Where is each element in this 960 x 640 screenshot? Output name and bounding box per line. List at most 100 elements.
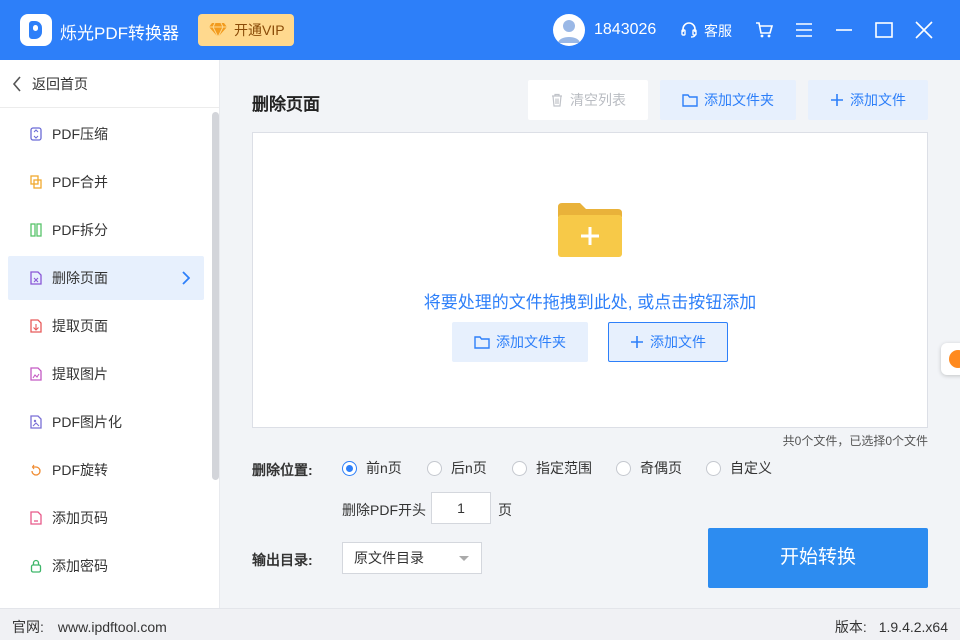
radio-odd-even[interactable]: 奇偶页 xyxy=(616,459,682,477)
sidebar-item-delete-page[interactable]: 删除页面 xyxy=(8,256,204,300)
sidebar-item-split[interactable]: PDF拆分 xyxy=(8,208,204,252)
minimize-icon[interactable] xyxy=(834,20,854,40)
version-value: 1.9.4.2.x64 xyxy=(878,619,948,635)
radio-circle[interactable] xyxy=(427,461,442,476)
add-folder-label: 添加文件夹 xyxy=(704,92,774,108)
avatar[interactable] xyxy=(553,14,585,46)
radio-label: 自定义 xyxy=(730,460,772,476)
pages-suffix-label: 页 xyxy=(498,502,512,518)
start-convert-button[interactable]: 开始转换 xyxy=(708,528,928,588)
clear-list-button[interactable]: 清空列表 xyxy=(528,80,648,120)
status-bar: 官网: www.ipdftool.com 版本: 1.9.4.2.x64 xyxy=(0,608,960,640)
page-title: 删除页面 xyxy=(252,95,320,114)
plus-icon xyxy=(631,336,643,349)
vip-button[interactable]: 开通VIP xyxy=(198,14,294,46)
user-id[interactable]: 1843026 xyxy=(594,21,656,39)
add-file-label: 添加文件 xyxy=(850,92,906,108)
add-folder-label: 添加文件夹 xyxy=(496,334,566,350)
output-dir-select[interactable]: 原文件目录 xyxy=(342,542,482,574)
merge-icon xyxy=(30,175,42,189)
radio-circle[interactable] xyxy=(512,461,527,476)
sidebar-item-extract-page[interactable]: 提取页面 xyxy=(8,304,204,348)
radio-first-n-pages[interactable]: 前n页 xyxy=(342,459,402,477)
output-dir-value: 原文件目录 xyxy=(354,550,424,566)
service-label: 客服 xyxy=(704,23,732,39)
radio-circle[interactable] xyxy=(616,461,631,476)
pdf-to-image-icon xyxy=(30,415,42,429)
sidebar-item-label: PDF合并 xyxy=(52,174,108,190)
sidebar-item-label: PDF图片化 xyxy=(52,414,122,430)
folder-add-icon xyxy=(558,203,622,257)
sidebar-item-merge[interactable]: PDF合并 xyxy=(8,160,204,204)
radio-label: 奇偶页 xyxy=(640,460,682,476)
customer-service-button[interactable]: 客服 xyxy=(680,21,732,41)
sidebar-scrollbar[interactable] xyxy=(212,112,219,480)
menu-icon[interactable] xyxy=(795,20,813,40)
folder-icon xyxy=(682,94,698,107)
back-label: 返回首页 xyxy=(32,76,88,92)
title-bar: 烁光PDF转换器 开通VIP 1843026 客服 xyxy=(0,0,960,60)
sidebar-item-extract-image[interactable]: 提取图片 xyxy=(8,352,204,396)
chevron-left-icon xyxy=(12,76,21,92)
dropzone-add-folder-button[interactable]: 添加文件夹 xyxy=(452,322,588,362)
sidebar-item-label: 提取图片 xyxy=(52,366,108,382)
add-file-label: 添加文件 xyxy=(650,334,706,350)
caret-down-icon xyxy=(459,556,469,561)
extract-page-icon xyxy=(30,319,42,333)
radio-last-n-pages[interactable]: 后n页 xyxy=(427,459,487,477)
page-number-icon xyxy=(30,511,42,525)
clear-list-label: 清空列表 xyxy=(570,92,626,108)
radio-circle[interactable] xyxy=(342,461,357,476)
cart-icon[interactable] xyxy=(754,20,774,40)
site-link[interactable]: www.ipdftool.com xyxy=(58,619,167,635)
sidebar-item-compress[interactable]: PDF压缩 xyxy=(8,112,204,156)
chevron-right-icon xyxy=(182,271,190,285)
sidebar-item-label: 删除页面 xyxy=(52,270,108,286)
compress-icon xyxy=(30,127,42,141)
drop-hint: 将要处理的文件拖拽到此处, 或点击按钮添加 xyxy=(423,293,757,312)
file-drop-zone[interactable]: 将要处理的文件拖拽到此处, 或点击按钮添加 添加文件夹 添加文件 xyxy=(252,132,928,428)
folder-icon xyxy=(474,336,490,349)
plus-icon xyxy=(831,94,843,107)
sidebar-item-label: 添加页码 xyxy=(52,510,108,526)
radio-page-range[interactable]: 指定范围 xyxy=(512,459,592,477)
add-folder-button[interactable]: 添加文件夹 xyxy=(660,80,796,120)
floating-widget[interactable] xyxy=(941,343,960,375)
radio-custom[interactable]: 自定义 xyxy=(706,459,772,477)
sidebar-item-label: 添加密码 xyxy=(52,558,108,574)
sidebar-item-label: 提取页面 xyxy=(52,318,108,334)
radio-circle[interactable] xyxy=(706,461,721,476)
delete-page-icon xyxy=(30,271,42,285)
lock-icon xyxy=(30,559,42,573)
radio-label: 后n页 xyxy=(451,460,487,476)
diamond-icon xyxy=(209,22,227,38)
add-file-button[interactable]: 添加文件 xyxy=(808,80,928,120)
sidebar-item-page-number[interactable]: 添加页码 xyxy=(8,496,204,540)
site-label: 官网: xyxy=(12,619,44,635)
user-icon xyxy=(558,20,580,43)
sidebar-item-label: PDF压缩 xyxy=(52,126,108,142)
sidebar: 返回首页 PDF压缩 PDF合并 PDF拆分 删除页面 提取页面 提取图片 PD… xyxy=(0,60,220,608)
sidebar-item-add-password[interactable]: 添加密码 xyxy=(8,544,204,588)
dropzone-add-file-button[interactable]: 添加文件 xyxy=(608,322,728,362)
back-home-button[interactable]: 返回首页 xyxy=(0,60,219,108)
split-icon xyxy=(30,223,42,237)
radio-label: 前n页 xyxy=(366,460,402,476)
radio-label: 指定范围 xyxy=(536,460,592,476)
delete-position-label: 删除位置: xyxy=(252,462,313,478)
pages-prefix-label: 删除PDF开头 xyxy=(342,502,426,518)
sidebar-item-pdf-to-image[interactable]: PDF图片化 xyxy=(8,400,204,444)
vip-label: 开通VIP xyxy=(234,22,285,38)
sidebar-item-rotate[interactable]: PDF旋转 xyxy=(8,448,204,492)
app-logo xyxy=(20,14,52,46)
version-label: 版本: xyxy=(834,619,867,635)
output-dir-label: 输出目录: xyxy=(252,552,313,568)
headset-icon xyxy=(681,22,697,38)
page-count-input[interactable] xyxy=(431,492,491,524)
rotate-icon xyxy=(31,464,41,476)
sidebar-item-label: PDF拆分 xyxy=(52,222,108,238)
maximize-icon[interactable] xyxy=(874,20,894,40)
app-title: 烁光PDF转换器 xyxy=(60,24,179,43)
close-icon[interactable] xyxy=(914,20,934,40)
extract-image-icon xyxy=(30,367,42,381)
